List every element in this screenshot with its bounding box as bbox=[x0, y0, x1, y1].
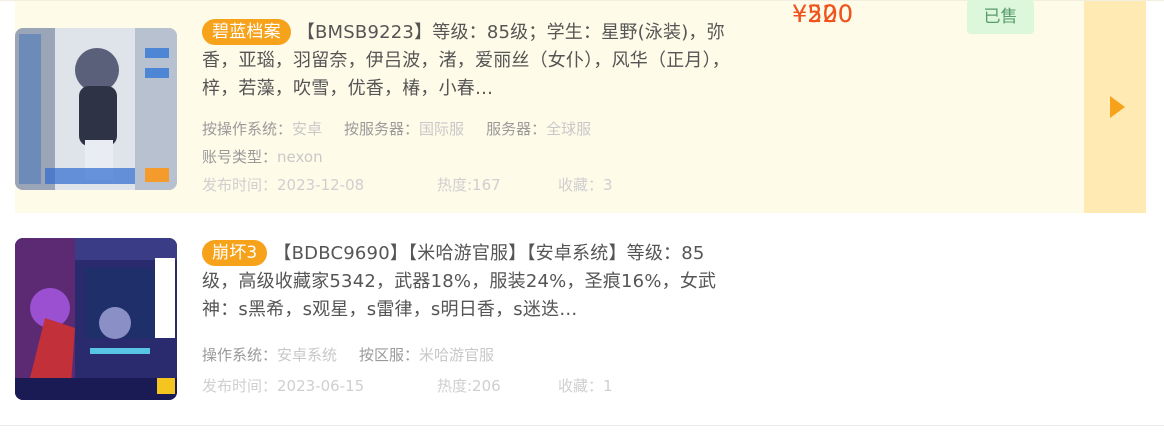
game-tag: 碧蓝档案 bbox=[202, 19, 291, 45]
meta-key: 操作系统： bbox=[202, 346, 278, 364]
listing-thumbnail[interactable] bbox=[15, 28, 177, 190]
heat-count: 热度:206 bbox=[437, 377, 501, 395]
listing-meta: 操作系统：安卓系统 按区服：米哈游官服 bbox=[202, 341, 732, 369]
publish-date: 发布时间：2023-06-15 bbox=[202, 377, 365, 395]
favorite-count: 收藏：3 bbox=[558, 176, 613, 194]
game-tag: 崩坏3 bbox=[202, 240, 268, 266]
favorite-count: 收藏：1 bbox=[558, 377, 613, 395]
meta-value: 国际服 bbox=[419, 120, 465, 138]
meta-value: nexon bbox=[277, 148, 323, 166]
meta-key: 服务器： bbox=[486, 120, 547, 138]
meta-key: 按区服： bbox=[359, 346, 420, 364]
meta-key: 账号类型： bbox=[202, 148, 278, 166]
listing-meta: 账号类型：nexon bbox=[202, 143, 732, 171]
detail-arrow-button[interactable] bbox=[1084, 1, 1146, 213]
listing-title-text: 【BDBC9690】【米哈游官服】【安卓系统】等级：85级，高级收藏家5342，… bbox=[202, 243, 717, 320]
heat-count: 热度:167 bbox=[437, 176, 501, 194]
chevron-right-icon bbox=[1110, 96, 1125, 118]
publish-date: 发布时间：2023-12-08 bbox=[202, 176, 365, 194]
meta-value: 全球服 bbox=[546, 120, 592, 138]
meta-key: 按操作系统： bbox=[202, 120, 293, 138]
listing-stats: 发布时间：2023-06-15 热度:206 收藏：1 bbox=[202, 372, 732, 400]
status-badge: 已售 bbox=[967, 0, 1034, 34]
meta-value: 米哈游官服 bbox=[419, 346, 495, 364]
listing-stats: 发布时间：2023-12-08 热度:167 收藏：3 bbox=[202, 171, 732, 199]
listing-meta: 按操作系统：安卓 按服务器：国际服 服务器：全球服 bbox=[202, 115, 732, 143]
meta-value: 安卓 bbox=[292, 120, 323, 138]
meta-value: 安卓系统 bbox=[277, 346, 338, 364]
listing-row[interactable]: 崩坏3 【BDBC9690】【米哈游官服】【安卓系统】等级：85级，高级收藏家53… bbox=[0, 213, 1164, 426]
listing-title[interactable]: 碧蓝档案 【BMSB9223】等级：85级；学生：星野(泳装)，弥香，亚瑙，羽留奈… bbox=[202, 19, 732, 103]
listing-price: ¥200 bbox=[792, 0, 854, 28]
meta-key: 按服务器： bbox=[344, 120, 420, 138]
listing-thumbnail[interactable] bbox=[15, 238, 177, 400]
listing-title[interactable]: 崩坏3 【BDBC9690】【米哈游官服】【安卓系统】等级：85级，高级收藏家53… bbox=[202, 240, 732, 324]
